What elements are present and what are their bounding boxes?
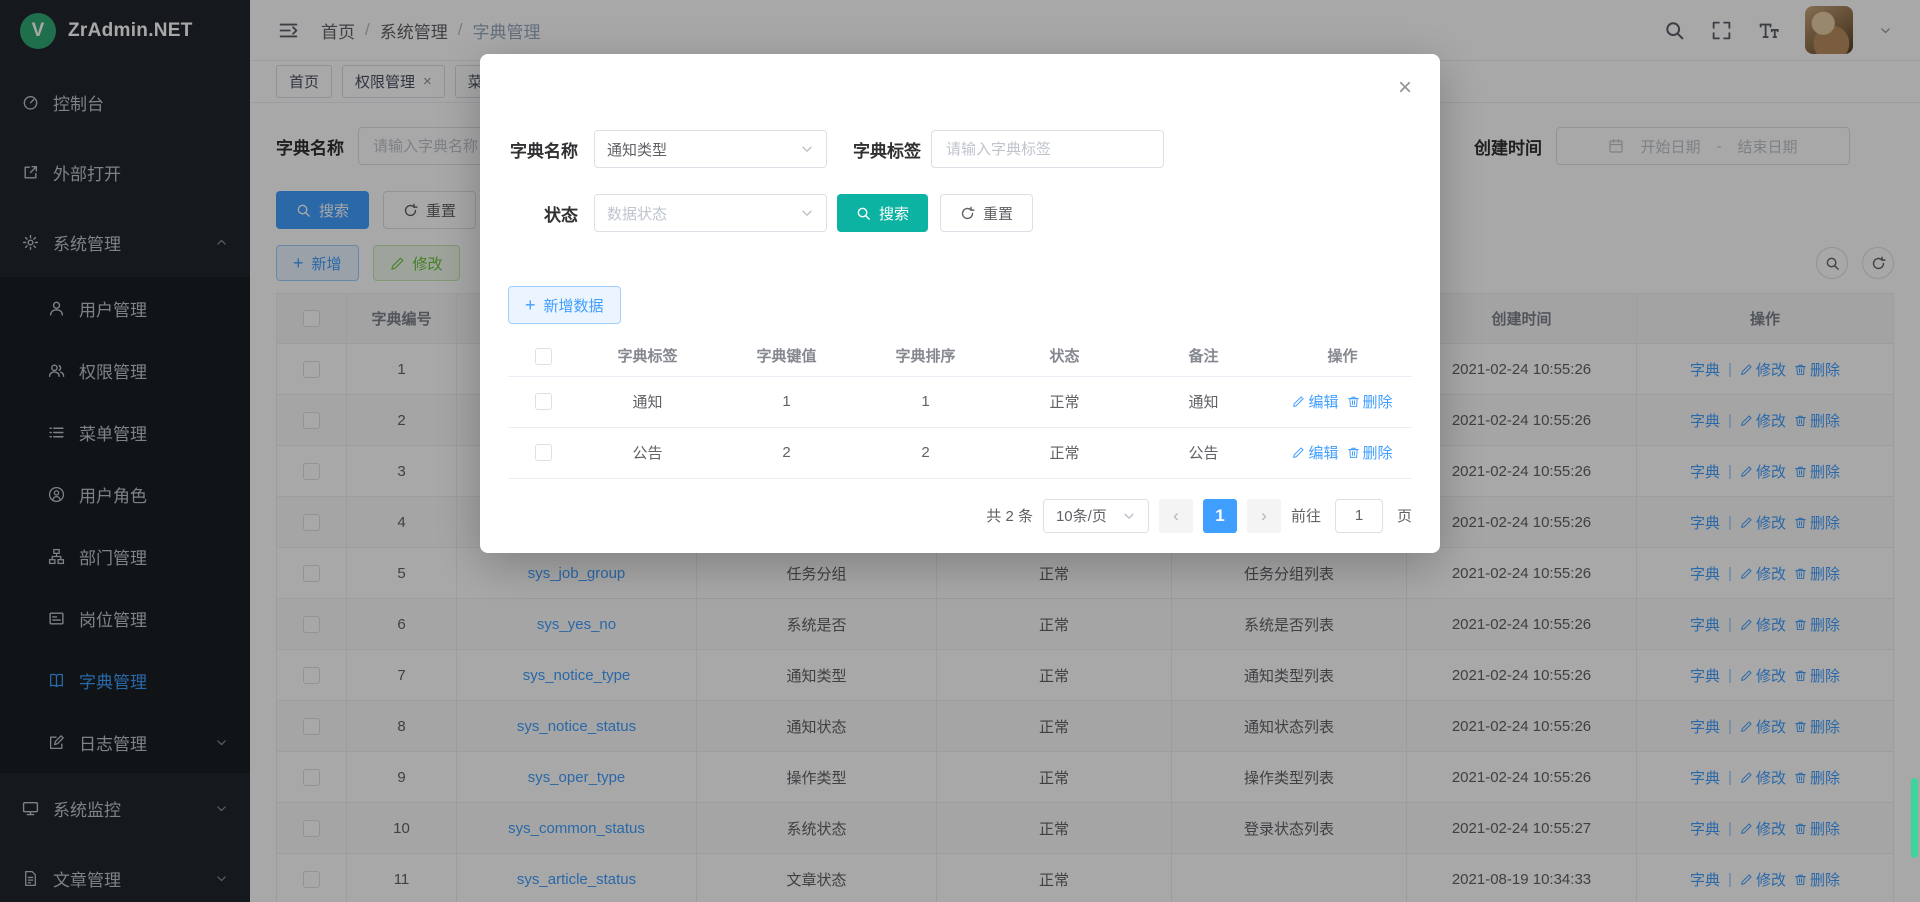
page-size-select[interactable]: 10条/页	[1043, 499, 1149, 533]
col-remark: 备注	[1134, 336, 1273, 376]
pagination: 共 2 条 10条/页 ‹ 1 › 前往 页	[508, 499, 1412, 533]
add-data-button[interactable]: + 新增数据	[508, 286, 621, 324]
dict-name-label: 字典名称	[508, 137, 578, 162]
status-label: 状态	[508, 201, 578, 226]
table-row: 公告 2 2 正常 公告 编辑 删除	[508, 427, 1412, 478]
trash-icon	[1347, 395, 1360, 408]
refresh-icon	[960, 206, 975, 221]
delete-link[interactable]: 删除	[1347, 391, 1393, 412]
dictionary-data-dialog: × 字典名称 通知类型 字典标签 状态 数据状态 搜索	[480, 54, 1440, 553]
select-value: 10条/页	[1056, 505, 1107, 526]
dialog-filter-form: 字典名称 通知类型 字典标签 状态 数据状态 搜索	[508, 130, 1412, 232]
select-all-checkbox[interactable]	[535, 348, 552, 365]
dictionary-data-table: 字典标签 字典键值 字典排序 状态 备注 操作 通知 1 1 正常 通知	[508, 336, 1412, 479]
col-dict-label: 字典标签	[578, 336, 717, 376]
prev-page-button[interactable]: ‹	[1159, 499, 1193, 533]
dict-label-label: 字典标签	[853, 137, 921, 162]
dialog-reset-button[interactable]: 重置	[940, 194, 1033, 232]
page-1-button[interactable]: 1	[1203, 499, 1237, 533]
goto-label: 前往	[1291, 505, 1321, 526]
pagination-total: 共 2 条	[986, 505, 1033, 526]
dialog-search-button[interactable]: 搜索	[837, 194, 928, 232]
table-header-row: 字典标签 字典键值 字典排序 状态 备注 操作	[508, 336, 1412, 376]
chevron-down-icon	[800, 206, 814, 220]
plus-icon: +	[525, 296, 536, 314]
edit-link[interactable]: 编辑	[1292, 391, 1338, 412]
pencil-icon	[1292, 395, 1305, 408]
dialog-close-button[interactable]: ×	[1398, 76, 1412, 100]
col-dict-value: 字典键值	[717, 336, 856, 376]
table-row: 通知 1 1 正常 通知 编辑 删除	[508, 376, 1412, 427]
goto-unit-label: 页	[1397, 505, 1412, 526]
delete-link[interactable]: 删除	[1347, 442, 1393, 463]
row-checkbox[interactable]	[535, 444, 552, 461]
chevron-down-icon	[800, 142, 814, 156]
goto-page-input[interactable]	[1335, 499, 1383, 533]
select-placeholder: 数据状态	[607, 203, 667, 224]
pencil-icon	[1292, 446, 1305, 459]
dict-name-select[interactable]: 通知类型	[594, 130, 827, 168]
trash-icon	[1347, 446, 1360, 459]
select-value: 通知类型	[607, 139, 667, 160]
dict-label-input[interactable]	[931, 130, 1164, 168]
edit-link[interactable]: 编辑	[1292, 442, 1338, 463]
col-dict-sort: 字典排序	[856, 336, 995, 376]
row-checkbox[interactable]	[535, 393, 552, 410]
status-select[interactable]: 数据状态	[594, 194, 827, 232]
col-status: 状态	[995, 336, 1134, 376]
scrollbar-thumb[interactable]	[1911, 778, 1918, 858]
search-icon	[856, 206, 871, 221]
chevron-down-icon	[1122, 509, 1136, 523]
next-page-button[interactable]: ›	[1247, 499, 1281, 533]
modal-overlay[interactable]: × 字典名称 通知类型 字典标签 状态 数据状态 搜索	[0, 0, 1920, 902]
col-actions: 操作	[1273, 336, 1412, 376]
